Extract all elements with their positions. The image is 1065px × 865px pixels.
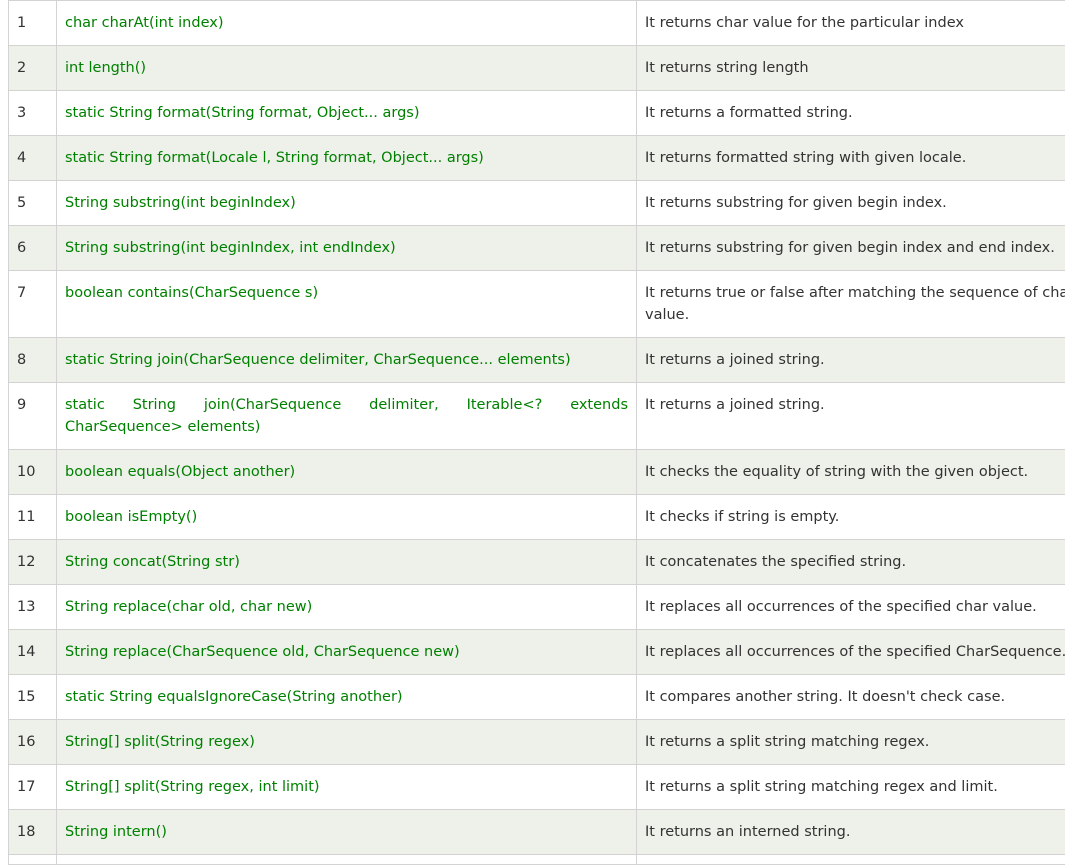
row-number: 12 [9, 540, 57, 585]
row-number: 7 [9, 271, 57, 338]
method-signature: String concat(String str) [57, 540, 637, 585]
row-number: 8 [9, 338, 57, 383]
row-number: 13 [9, 585, 57, 630]
method-signature: static String format(Locale l, String fo… [57, 136, 637, 181]
table-row: 15 static String equalsIgnoreCase(String… [9, 675, 1065, 720]
method-description: It returns an interned string. [637, 810, 1065, 855]
row-number: 10 [9, 450, 57, 495]
table-row: 16 String[] split(String regex) It retur… [9, 720, 1065, 765]
method-description: It returns a formatted string. [637, 91, 1065, 136]
row-number: 2 [9, 46, 57, 91]
method-signature: String replace(CharSequence old, CharSeq… [57, 630, 637, 675]
row-number: 18 [9, 810, 57, 855]
method-signature: String substring(int beginIndex, int end… [57, 226, 637, 271]
method-signature: String[] split(String regex, int limit) [57, 765, 637, 810]
method-signature: static String equalsIgnoreCase(String an… [57, 675, 637, 720]
method-description: It returns a joined string. [637, 383, 1065, 450]
row-number: 3 [9, 91, 57, 136]
row-number: 1 [9, 1, 57, 46]
string-methods-table: 1 char charAt(int index) It returns char… [8, 0, 1065, 865]
row-number: 14 [9, 630, 57, 675]
method-description: It returns a split string matching regex… [637, 765, 1065, 810]
method-description: It checks if string is empty. [637, 495, 1065, 540]
method-description: It returns a split string matching regex… [637, 720, 1065, 765]
table-row: 9 static String join(CharSequence delimi… [9, 383, 1065, 450]
table-row: 8 static String join(CharSequence delimi… [9, 338, 1065, 383]
row-number: 17 [9, 765, 57, 810]
method-description: It returns true or false after matching … [637, 271, 1065, 338]
method-description: It returns substring for given begin ind… [637, 181, 1065, 226]
method-signature: int length() [57, 46, 637, 91]
method-signature: boolean isEmpty() [57, 495, 637, 540]
method-signature: String substring(int beginIndex) [57, 181, 637, 226]
table-row: 12 String concat(String str) It concaten… [9, 540, 1065, 585]
row-number: 6 [9, 226, 57, 271]
methods-table-container: 1 char charAt(int index) It returns char… [8, 0, 1065, 865]
method-signature: String[] split(String regex) [57, 720, 637, 765]
method-signature: static String format(String format, Obje… [57, 91, 637, 136]
table-row: 14 String replace(CharSequence old, Char… [9, 630, 1065, 675]
table-row: 5 String substring(int beginIndex) It re… [9, 181, 1065, 226]
table-row: 10 boolean equals(Object another) It che… [9, 450, 1065, 495]
row-number: 5 [9, 181, 57, 226]
table-row: 11 boolean isEmpty() It checks if string… [9, 495, 1065, 540]
method-signature-empty [57, 855, 637, 865]
method-description: It returns substring for given begin ind… [637, 226, 1065, 271]
table-row: 4 static String format(Locale l, String … [9, 136, 1065, 181]
table-row: 17 String[] split(String regex, int limi… [9, 765, 1065, 810]
table-row: 13 String replace(char old, char new) It… [9, 585, 1065, 630]
method-signature: String intern() [57, 810, 637, 855]
method-signature: static String join(CharSequence delimite… [57, 338, 637, 383]
table-row: 3 static String format(String format, Ob… [9, 91, 1065, 136]
table-row: 6 String substring(int beginIndex, int e… [9, 226, 1065, 271]
row-number: 9 [9, 383, 57, 450]
table-row: 1 char charAt(int index) It returns char… [9, 1, 1065, 46]
table-row-partial [9, 855, 1065, 865]
method-description-empty [637, 855, 1065, 865]
method-description: It compares another string. It doesn't c… [637, 675, 1065, 720]
method-description: It returns char value for the particular… [637, 1, 1065, 46]
method-description: It replaces all occurrences of the speci… [637, 630, 1065, 675]
row-number: 4 [9, 136, 57, 181]
method-description: It concatenates the specified string. [637, 540, 1065, 585]
row-number: 16 [9, 720, 57, 765]
row-number: 15 [9, 675, 57, 720]
table-row: 7 boolean contains(CharSequence s) It re… [9, 271, 1065, 338]
row-number-empty [9, 855, 57, 865]
method-description: It returns string length [637, 46, 1065, 91]
method-description: It returns formatted string with given l… [637, 136, 1065, 181]
table-row: 18 String intern() It returns an interne… [9, 810, 1065, 855]
method-signature: char charAt(int index) [57, 1, 637, 46]
method-signature: static String join(CharSequence delimite… [57, 383, 637, 450]
row-number: 11 [9, 495, 57, 540]
method-signature: String replace(char old, char new) [57, 585, 637, 630]
table-row: 2 int length() It returns string length [9, 46, 1065, 91]
method-description: It checks the equality of string with th… [637, 450, 1065, 495]
method-signature: boolean equals(Object another) [57, 450, 637, 495]
method-signature: boolean contains(CharSequence s) [57, 271, 637, 338]
method-description: It returns a joined string. [637, 338, 1065, 383]
method-description: It replaces all occurrences of the speci… [637, 585, 1065, 630]
